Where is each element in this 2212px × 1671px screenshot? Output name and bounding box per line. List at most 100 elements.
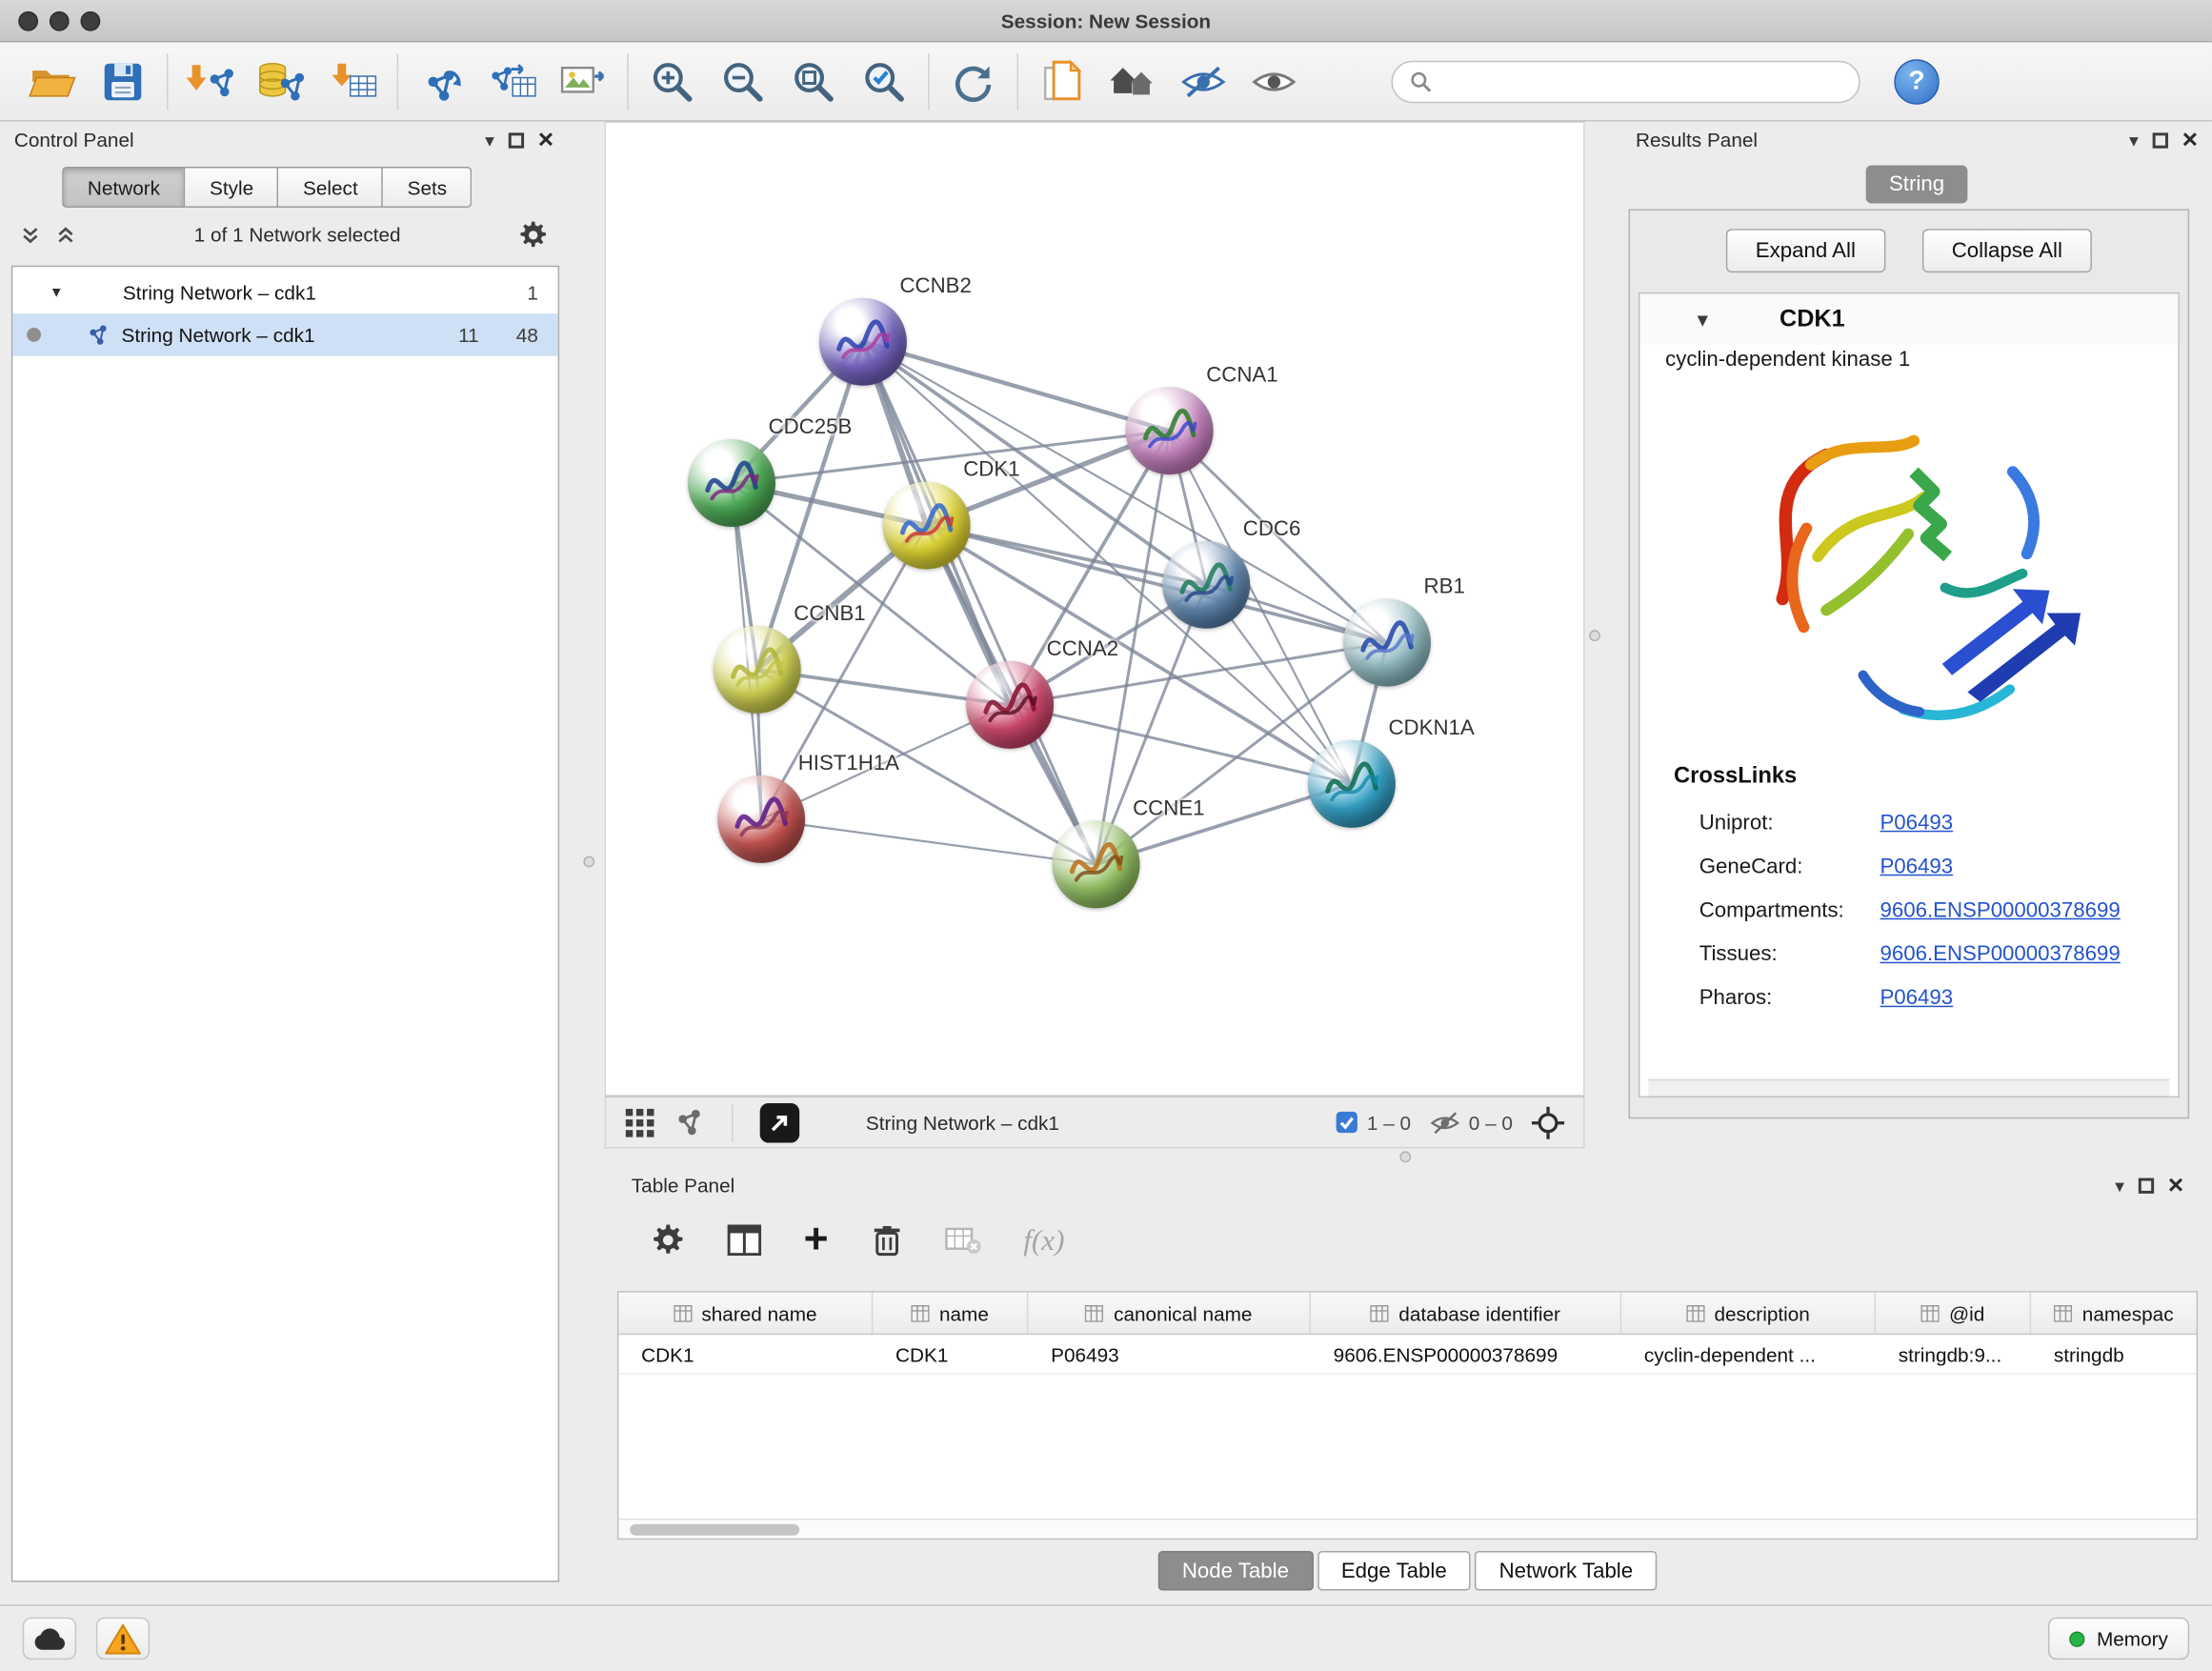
expand-all-button[interactable]: Expand All bbox=[1726, 229, 1885, 272]
warnings-button[interactable] bbox=[96, 1618, 150, 1660]
string-results-tab[interactable]: String bbox=[1866, 165, 1967, 203]
table-panel-close-icon[interactable]: × bbox=[2168, 1172, 2183, 1198]
eye-icon bbox=[1250, 64, 1297, 98]
zoom-fit-button[interactable] bbox=[778, 49, 849, 113]
collection-twisty-icon[interactable]: ▼ bbox=[50, 285, 64, 300]
network-node-CDK1[interactable] bbox=[883, 482, 971, 570]
zoom-window-icon[interactable] bbox=[81, 11, 101, 31]
network-from-table-button[interactable] bbox=[477, 49, 548, 113]
network-node-CCNA1[interactable] bbox=[1126, 387, 1214, 474]
selected-checkbox-icon[interactable] bbox=[1335, 1110, 1358, 1134]
export-image-button[interactable] bbox=[548, 49, 618, 113]
column-header-id[interactable]: @id bbox=[1876, 1293, 2031, 1334]
left-splitter-handle[interactable] bbox=[583, 856, 594, 868]
string-results-box: Expand All Collapse All ▼ CDK1 cyclin-de… bbox=[1629, 209, 2190, 1118]
column-header-canonical-name[interactable]: canonical name bbox=[1028, 1293, 1311, 1334]
column-header-namespace[interactable]: namespac bbox=[2031, 1293, 2196, 1334]
import-network-database-button[interactable] bbox=[247, 49, 317, 113]
tab-sets[interactable]: Sets bbox=[383, 167, 472, 208]
table-horizontal-scrollbar[interactable] bbox=[618, 1519, 2196, 1539]
control-panel-float-icon[interactable] bbox=[509, 132, 524, 148]
protein-ribbon-thumb bbox=[1343, 599, 1431, 687]
network-node-CCNA2[interactable] bbox=[966, 661, 1054, 749]
results-panel-menu-icon[interactable]: ▾ bbox=[2129, 131, 2139, 149]
zoom-in-button[interactable] bbox=[637, 49, 708, 113]
table-panel-float-icon[interactable] bbox=[2139, 1178, 2154, 1193]
show-columns-icon[interactable] bbox=[728, 1225, 762, 1257]
table-row[interactable]: CDK1 CDK1 P06493 9606.ENSP00000378699 cy… bbox=[618, 1335, 2196, 1375]
cloud-status-button[interactable] bbox=[23, 1618, 76, 1660]
collapse-tree-icon[interactable] bbox=[55, 224, 76, 245]
new-network-button[interactable] bbox=[407, 49, 477, 113]
crosslink-link[interactable]: 9606.ENSP00000378699 bbox=[1880, 942, 2120, 966]
zoom-out-button[interactable] bbox=[708, 49, 778, 113]
network-row[interactable]: String Network – cdk1 11 48 bbox=[12, 313, 557, 355]
import-network-file-button[interactable] bbox=[176, 49, 247, 113]
import-table-button[interactable] bbox=[318, 49, 389, 113]
open-in-new-window-button[interactable] bbox=[760, 1102, 800, 1142]
control-panel-close-icon[interactable]: × bbox=[538, 127, 553, 153]
collapse-all-button[interactable]: Collapse All bbox=[1922, 229, 2093, 272]
results-panel-close-icon[interactable]: × bbox=[2182, 127, 2198, 153]
clone-network-button[interactable] bbox=[1027, 49, 1097, 113]
save-session-button[interactable] bbox=[88, 49, 158, 113]
close-window-icon[interactable] bbox=[18, 11, 38, 31]
cell-shared-name: CDK1 bbox=[618, 1335, 873, 1373]
tab-network[interactable]: Network bbox=[62, 167, 186, 208]
network-options-gear-icon[interactable] bbox=[518, 220, 548, 250]
column-header-database-identifier[interactable]: database identifier bbox=[1311, 1293, 1621, 1334]
home-button[interactable] bbox=[1097, 49, 1168, 113]
gene-collapse-icon[interactable]: ▼ bbox=[1694, 310, 1712, 328]
expand-tree-icon[interactable] bbox=[20, 224, 41, 245]
open-session-button[interactable] bbox=[17, 49, 88, 113]
network-collection-row[interactable]: ▼ String Network – cdk1 1 bbox=[12, 272, 557, 313]
network-node-CDKN1A[interactable] bbox=[1308, 740, 1396, 828]
hidden-eye-slash-icon[interactable] bbox=[1429, 1110, 1460, 1136]
fit-content-crosshair-icon[interactable] bbox=[1531, 1105, 1565, 1139]
network-node-CDC25B[interactable] bbox=[688, 439, 775, 527]
horizontal-splitter-handle[interactable] bbox=[1399, 1151, 1411, 1162]
table-settings-gear-icon[interactable] bbox=[652, 1223, 686, 1258]
crosslink-link[interactable]: 9606.ENSP00000378699 bbox=[1880, 898, 2120, 922]
network-node-CDC6[interactable] bbox=[1162, 541, 1250, 629]
network-canvas[interactable]: CCNB2CCNA1CDC25BCDK1CDC6RB1CCNB1CCNA2CDK… bbox=[605, 122, 1585, 1097]
zoom-selected-button[interactable] bbox=[849, 49, 919, 113]
birdseye-view-icon[interactable] bbox=[624, 1107, 655, 1138]
table-panel-menu-icon[interactable]: ▾ bbox=[2115, 1176, 2124, 1194]
network-node-HIST1H1A[interactable] bbox=[717, 775, 805, 863]
crosslink-link[interactable]: P06493 bbox=[1880, 811, 1953, 835]
control-panel-menu-icon[interactable]: ▾ bbox=[485, 131, 494, 149]
results-panel-float-icon[interactable] bbox=[2152, 132, 2167, 148]
delete-column-trash-icon[interactable] bbox=[871, 1223, 902, 1258]
tab-edge-table[interactable]: Edge Table bbox=[1317, 1551, 1471, 1591]
search-input[interactable] bbox=[1443, 70, 1841, 91]
add-column-icon[interactable]: + bbox=[804, 1226, 829, 1255]
network-overview-icon[interactable] bbox=[674, 1107, 705, 1138]
hide-graphics-button[interactable] bbox=[1168, 49, 1238, 113]
network-node-CCNB1[interactable] bbox=[714, 626, 801, 714]
gene-card-scrollbar[interactable] bbox=[1648, 1079, 2169, 1097]
column-header-name[interactable]: name bbox=[873, 1293, 1028, 1334]
tab-style[interactable]: Style bbox=[186, 167, 279, 208]
gene-card: ▼ CDK1 cyclin-dependent kinase 1 bbox=[1639, 292, 2180, 1097]
scrollbar-thumb[interactable] bbox=[630, 1524, 799, 1536]
memory-button[interactable]: Memory bbox=[2049, 1618, 2190, 1660]
show-graphics-button[interactable] bbox=[1238, 49, 1309, 113]
minimize-window-icon[interactable] bbox=[50, 11, 70, 31]
network-node-CCNE1[interactable] bbox=[1053, 820, 1140, 908]
tab-network-table[interactable]: Network Table bbox=[1475, 1551, 1657, 1591]
eye-slash-icon bbox=[1179, 61, 1227, 101]
tab-node-table[interactable]: Node Table bbox=[1158, 1551, 1314, 1591]
refresh-button[interactable] bbox=[938, 49, 1009, 113]
network-node-CCNB2[interactable] bbox=[819, 298, 907, 386]
network-table-icon bbox=[488, 60, 538, 102]
right-splitter-handle[interactable] bbox=[1589, 630, 1600, 641]
column-header-shared-name[interactable]: shared name bbox=[618, 1293, 873, 1334]
crosslink-link[interactable]: P06493 bbox=[1880, 855, 1953, 878]
network-node-RB1[interactable] bbox=[1343, 599, 1431, 687]
crosslink-link[interactable]: P06493 bbox=[1880, 986, 1953, 1010]
search-box[interactable] bbox=[1391, 60, 1860, 102]
tab-select[interactable]: Select bbox=[279, 167, 384, 208]
column-header-description[interactable]: description bbox=[1621, 1293, 1876, 1334]
help-button[interactable]: ? bbox=[1894, 59, 1939, 104]
